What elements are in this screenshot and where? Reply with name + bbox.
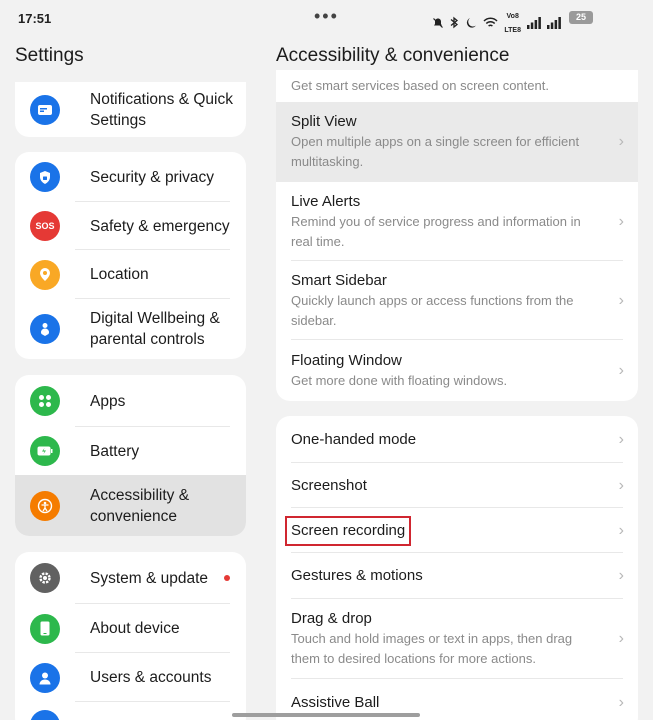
chevron-right-icon: › [618, 361, 624, 379]
location-pin-icon [30, 259, 60, 290]
lock-icon [30, 162, 60, 192]
notifications-icon [30, 94, 60, 125]
signal-icon-2 [547, 16, 561, 32]
sidebar-item-system-update[interactable]: System & update [15, 552, 246, 604]
sidebar-item-security[interactable]: Security & privacy [15, 152, 246, 202]
chevron-right-icon: › [618, 476, 624, 494]
more-dots-icon[interactable]: ••• [314, 6, 339, 27]
apps-grid-icon [30, 386, 60, 416]
right-group-1: Get smart services based on screen conte… [276, 70, 638, 401]
battery-icon [30, 436, 60, 466]
sidebar-item-notifications[interactable]: Notifications & Quick Settings [15, 82, 246, 137]
sidebar-item-label: Digital Wellbeing & parental controls [90, 310, 220, 348]
sidebar-item-label: About device [90, 620, 180, 637]
sidebar-item-apps[interactable]: Apps [15, 375, 246, 427]
status-icons: Vo8 LTE8 [432, 10, 561, 38]
sos-icon: SOS [30, 211, 60, 241]
item-subtitle: Quickly launch apps or access functions … [291, 292, 574, 328]
sidebar-item-label: Security & privacy [90, 168, 215, 186]
item-subtitle: Remind you of service progress and infor… [291, 213, 581, 249]
item-subtitle: Get smart services based on screen conte… [291, 78, 549, 93]
sidebar-item-label: Notifications & Quick Settings [90, 90, 233, 129]
sidebar-item-battery[interactable]: Battery [15, 427, 246, 475]
chevron-right-icon: › [618, 430, 624, 448]
smart-sidebar-item[interactable]: Smart Sidebar Quickly launch apps or acc… [276, 261, 638, 340]
left-group-3: Apps Battery Accessibility & convenience [15, 375, 246, 536]
item-title: Assistive Ball [291, 694, 380, 711]
sidebar-item-users-accounts[interactable]: Users & accounts [15, 653, 246, 702]
drag-drop-item[interactable]: Drag & drop Touch and hold images or tex… [276, 599, 638, 679]
signal-icon [527, 16, 541, 32]
bluetooth-icon [450, 16, 459, 32]
left-group-2: Security & privacy SOS Safety & emergenc… [15, 152, 246, 359]
item-subtitle: Open multiple apps on a single screen fo… [291, 134, 580, 169]
sidebar-item-safety[interactable]: SOS Safety & emergency [15, 202, 246, 250]
right-pane-title: Accessibility & convenience [276, 45, 510, 66]
chevron-right-icon: › [618, 212, 624, 230]
live-alerts-item[interactable]: Live Alerts Remind you of service progre… [276, 182, 638, 261]
sidebar-item-digital-wellbeing[interactable]: Digital Wellbeing & parental controls [15, 299, 246, 359]
item-title: Live Alerts [291, 192, 361, 210]
screen-recording-item[interactable]: Screen recording › [276, 508, 638, 553]
sidebar-item-label: Apps [90, 392, 126, 410]
screenshot-item[interactable]: Screenshot › [276, 463, 638, 508]
chevron-right-icon: › [618, 694, 624, 711]
sidebar-item-accessibility[interactable]: Accessibility & convenience [15, 475, 246, 536]
chevron-right-icon: › [618, 521, 624, 539]
sidebar-item-location[interactable]: Location [15, 250, 246, 299]
mute-icon [432, 17, 444, 32]
item-title: Gestures & motions [291, 567, 423, 584]
item-subtitle: Touch and hold images or text in apps, t… [291, 631, 573, 666]
sidebar-item-label: Safety & emergency [90, 217, 230, 235]
item-title: Screenshot [291, 476, 367, 494]
chevron-right-icon: › [618, 567, 624, 584]
floating-window-item[interactable]: Floating Window Get more done with float… [276, 340, 638, 401]
chevron-right-icon: › [618, 630, 624, 647]
item-title: Split View [291, 113, 357, 130]
sidebar-item-partial[interactable] [15, 702, 246, 720]
status-bar: 17:51 ••• Vo8 LTE8 25 [0, 0, 653, 36]
sidebar-item-label: Battery [90, 442, 140, 460]
right-group-2: One-handed mode › Screenshot › Screen re… [276, 416, 638, 720]
item-title: Screen recording [285, 515, 412, 546]
volte-icon: Vo8 LTE8 [504, 13, 521, 34]
item-subtitle: Get more done with floating windows. [291, 372, 508, 388]
sidebar-item-label: Accessibility & convenience [90, 486, 190, 525]
sidebar-item-label: Users & accounts [90, 669, 212, 686]
left-pane-title: Settings [15, 45, 84, 66]
moon-icon [465, 17, 477, 32]
accessibility-icon [30, 490, 60, 521]
battery-level-icon: 25 [569, 11, 593, 24]
item-title: Floating Window [291, 351, 402, 369]
sidebar-item-about-device[interactable]: About device [15, 604, 246, 653]
phone-icon [30, 613, 60, 644]
wellbeing-icon [30, 314, 60, 344]
item-title: Smart Sidebar [291, 271, 387, 289]
item-title: One-handed mode [291, 430, 417, 448]
gesture-nav-handle[interactable] [232, 713, 420, 717]
item-title: Drag & drop [291, 610, 372, 627]
status-time: 17:51 [18, 11, 52, 26]
gestures-motions-item[interactable]: Gestures & motions › [276, 553, 638, 599]
wifi-icon [483, 16, 498, 32]
update-badge [224, 575, 230, 581]
chevron-right-icon: › [618, 133, 624, 150]
sidebar-item-label: Location [90, 266, 149, 283]
one-handed-mode-item[interactable]: One-handed mode › [276, 416, 638, 463]
sidebar-item-label: System & update [90, 569, 209, 587]
left-group-1: Notifications & Quick Settings [15, 82, 246, 137]
split-view-item[interactable]: Split View Open multiple apps on a singl… [276, 102, 638, 182]
left-group-4: System & update About device Users & acc… [15, 552, 246, 720]
google-icon [30, 710, 60, 720]
gear-icon [30, 563, 60, 593]
smart-services-item-partial[interactable]: Get smart services based on screen conte… [276, 70, 638, 102]
user-icon [30, 662, 60, 693]
chevron-right-icon: › [618, 291, 624, 309]
